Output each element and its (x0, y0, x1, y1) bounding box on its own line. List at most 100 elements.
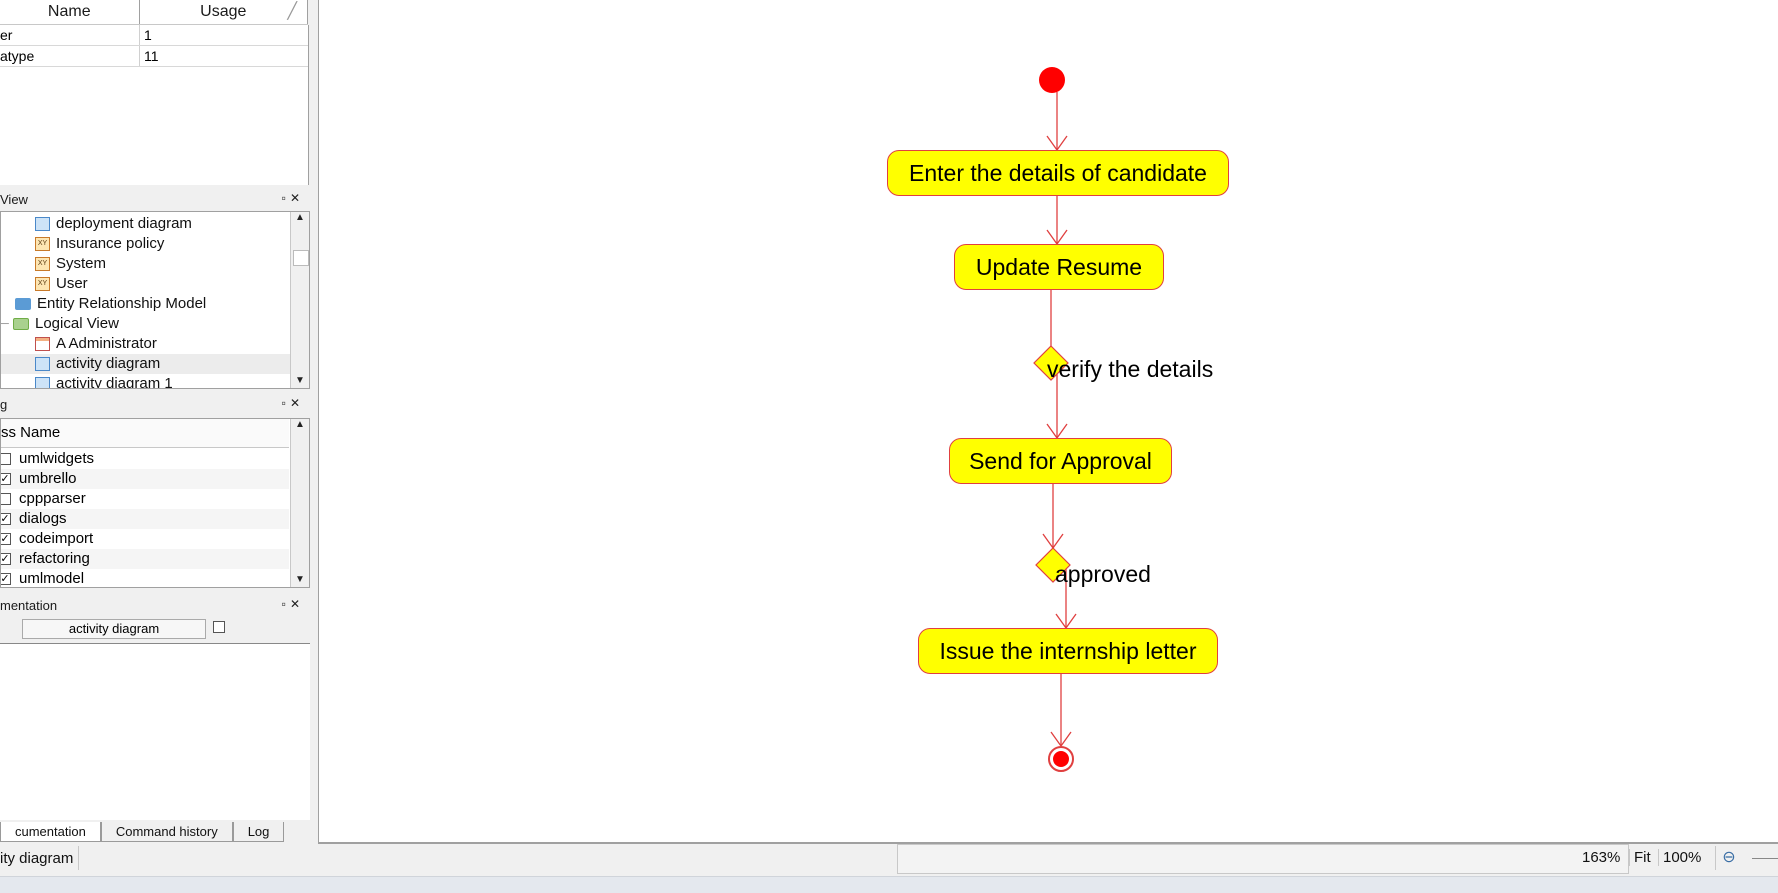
tab-log[interactable]: Log (232, 822, 285, 842)
debug-list: ss Name umlwidgets ✓ umbrello cppparser ✓ dia… (0, 418, 310, 588)
usage-table-header: Name Usage ╱ (0, 0, 308, 25)
close-icon[interactable]: ✕ (290, 191, 304, 205)
panel-title: mentation (0, 596, 310, 616)
list-item[interactable]: ✓ dialogs (1, 509, 289, 529)
documentation-panel-header: mentation ▫✕ (0, 596, 310, 616)
status-diagram-name: ity diagram (0, 850, 74, 867)
checkbox[interactable]: ✓ (1, 573, 11, 585)
usage-table-body: er 1 atype 11 (0, 25, 309, 185)
tree-item-logical-view[interactable]: ─ Logical View (1, 314, 119, 334)
table-row[interactable]: atype 11 (0, 46, 308, 67)
tree-item-deployment-diagram[interactable]: deployment diagram (35, 214, 192, 234)
documentation-title-field[interactable]: activity diagram (22, 619, 206, 639)
scroll-up-icon[interactable]: ▲ (291, 419, 309, 430)
list-item[interactable]: ✓ refactoring (1, 549, 289, 569)
table-row[interactable]: er 1 (0, 25, 308, 46)
tree-view-panel-header: View ▫✕ (0, 190, 310, 210)
divider (78, 846, 79, 870)
tree-item-activity-diagram[interactable]: activity diagram (1, 354, 291, 374)
list-item[interactable]: cppparser (1, 489, 289, 509)
initial-node (1039, 67, 1065, 93)
checkbox[interactable]: ✓ (1, 553, 11, 565)
tab-command-history[interactable]: Command history (100, 822, 233, 842)
tree-item-activity-diagram-1[interactable]: activity diagram 1 (35, 374, 173, 388)
panel-title: View (0, 190, 310, 210)
diagram-icon (35, 217, 50, 231)
activity-enter-details[interactable]: Enter the details of candidate (887, 150, 1229, 196)
column-header-usage[interactable]: Usage ╱ (139, 0, 308, 24)
documentation-textarea[interactable] (0, 644, 310, 820)
scroll-down-icon[interactable]: ▼ (291, 375, 309, 386)
entity-icon (35, 337, 50, 351)
class-icon: XY (35, 237, 50, 251)
list-item-label: umlmodel (19, 570, 85, 587)
panel-title: g (0, 395, 310, 415)
left-dock: Name Usage ╱ er 1 atype 11 View ▫✕ deplo… (0, 0, 310, 842)
tab-documentation[interactable]: cumentation (0, 822, 101, 842)
column-header-class-name[interactable]: ss Name (1, 419, 289, 448)
documentation-checkbox[interactable] (213, 621, 225, 633)
folder-icon (15, 298, 31, 310)
checkbox[interactable]: ✓ (1, 533, 11, 545)
tree-item-label: activity diagram (56, 355, 161, 372)
checkbox[interactable]: ✓ (1, 513, 11, 525)
tree-view: deployment diagram XY Insurance policy XY… (0, 211, 310, 389)
tree-item-label: Entity Relationship Model (37, 295, 207, 312)
decision-label-verify: verify the details (1047, 356, 1214, 382)
tree-item-administrator[interactable]: A Administrator (35, 334, 157, 354)
sort-indicator-icon: ╱ (287, 3, 297, 20)
tree-item-insurance-policy[interactable]: XY Insurance policy (35, 234, 164, 254)
decision-label-approved: approved (1055, 561, 1151, 587)
tree-item-system[interactable]: XY System (35, 254, 106, 274)
checkbox[interactable] (1, 493, 11, 505)
zoom-fit-button[interactable]: Fit (1629, 849, 1651, 866)
list-item[interactable]: ✓ umlmodel (1, 569, 289, 587)
activity-update-resume[interactable]: Update Resume (954, 244, 1164, 290)
debug-panel-header: g ▫✕ (0, 395, 310, 415)
class-icon: XY (35, 257, 50, 271)
float-panel-icon[interactable]: ▫ (282, 396, 290, 410)
expander-icon[interactable]: ─ (1, 314, 13, 334)
close-icon[interactable]: ✕ (290, 396, 304, 410)
list-item-label: codeimport (19, 530, 94, 547)
zoom-level-readout: 163% (1582, 849, 1621, 866)
float-panel-icon[interactable]: ▫ (282, 191, 290, 205)
zoom-slider[interactable] (1752, 858, 1778, 859)
list-item-label: umbrello (19, 470, 77, 487)
tree-item-label: System (56, 255, 107, 272)
zoom-out-icon[interactable]: ⊖ (1715, 846, 1742, 870)
column-header-usage-label: Usage (200, 3, 247, 20)
tree-item-label: Insurance policy (56, 235, 165, 252)
tree-item-label: User (56, 275, 88, 292)
class-icon: XY (35, 277, 50, 291)
checkbox[interactable]: ✓ (1, 473, 11, 485)
zoom-100-button[interactable]: 100% (1658, 849, 1701, 866)
scroll-up-icon[interactable]: ▲ (291, 212, 309, 223)
tree-item-label: Logical View (35, 315, 119, 332)
checkbox[interactable] (1, 453, 11, 465)
tree-item-label: deployment diagram (56, 215, 192, 232)
diagram-icon (35, 357, 50, 371)
table-cell-usage: 11 (144, 48, 159, 64)
scroll-thumb[interactable] (293, 250, 309, 266)
activity-issue-internship-letter[interactable]: Issue the internship letter (918, 628, 1218, 674)
list-item-label: dialogs (19, 510, 67, 527)
table-cell-name: atype (0, 48, 35, 64)
tree-item-user[interactable]: XY User (35, 274, 88, 294)
list-item[interactable]: ✓ umbrello (1, 469, 289, 489)
list-item-label: cppparser (19, 490, 86, 507)
diagram-canvas[interactable]: Enter the details of candidate Update Re… (318, 0, 1778, 844)
list-item[interactable]: umlwidgets (1, 449, 289, 469)
scroll-down-icon[interactable]: ▼ (291, 574, 309, 585)
tree-item-entity-relationship-model[interactable]: Entity Relationship Model (15, 294, 206, 314)
table-cell-name: er (0, 27, 13, 43)
float-panel-icon[interactable]: ▫ (282, 597, 290, 611)
close-icon[interactable]: ✕ (290, 597, 304, 611)
diagram-connectors (1033, 67, 1077, 772)
debug-scrollbar[interactable]: ▲ ▼ (290, 419, 309, 587)
column-header-name[interactable]: Name (0, 0, 140, 24)
tree-scrollbar[interactable]: ▲ ▼ (290, 212, 309, 388)
status-message-field (897, 844, 1629, 874)
activity-send-for-approval[interactable]: Send for Approval (949, 438, 1172, 484)
list-item[interactable]: ✓ codeimport (1, 529, 289, 549)
